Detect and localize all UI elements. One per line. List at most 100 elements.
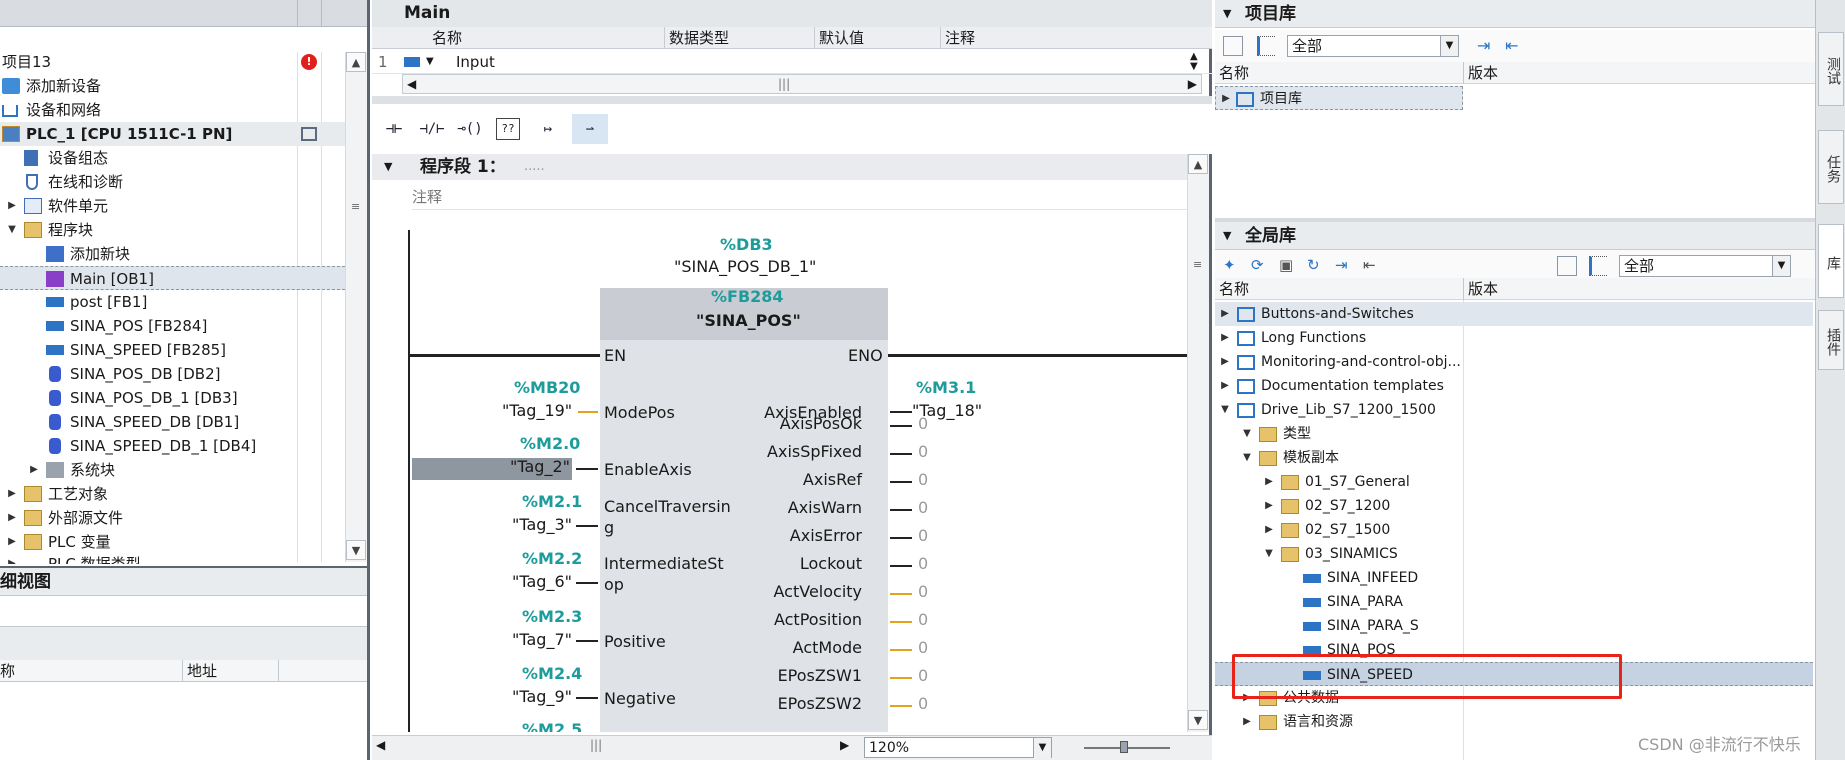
global-library-item[interactable]: ▼ Drive_Lib_S7_1200_1500: [1215, 398, 1813, 422]
nc-contact-icon[interactable]: ⊣/⊢: [414, 114, 450, 144]
detail-col-address[interactable]: 地址: [182, 660, 217, 682]
close-branch-icon[interactable]: ⇀: [572, 114, 608, 144]
tab-testing[interactable]: 测试: [1818, 32, 1844, 106]
tree-item-sina-speed-db-1[interactable]: SINA_SPEED_DB_1 [DB4]: [0, 434, 345, 458]
tree-scrollbar[interactable]: ▲ ≡ ▼: [345, 52, 367, 562]
scroll-down-icon[interactable]: ▼: [1188, 710, 1208, 730]
tree-item-sina-speed-db[interactable]: SINA_SPEED_DB [DB1]: [0, 410, 345, 434]
expand-icon[interactable]: ▶: [28, 458, 40, 482]
pin-canceltraversing[interactable]: CancelTraversin: [604, 497, 731, 516]
output-value-actposition[interactable]: 0: [918, 610, 928, 629]
interface-row-input[interactable]: 1 ▼ Input ▲ ▼: [372, 50, 1212, 74]
pin-eno[interactable]: ENO: [848, 346, 883, 365]
scroll-up-icon[interactable]: ▲: [1188, 154, 1208, 174]
project-library-root[interactable]: ▶ 项目库: [1215, 86, 1463, 110]
scroll-down-icon[interactable]: ▼: [346, 540, 366, 560]
collapse-icon[interactable]: ▼: [1223, 222, 1231, 250]
expand-icon[interactable]: ▶: [1220, 87, 1232, 111]
tree-item-add-device[interactable]: 添加新设备: [0, 74, 345, 98]
expand-icon[interactable]: ▶: [6, 530, 18, 554]
project-library-filter[interactable]: 全部 ▼: [1287, 35, 1459, 57]
global-library-item[interactable]: ▶ Documentation templates: [1215, 374, 1813, 398]
expand-icon[interactable]: ▶: [1219, 350, 1231, 374]
tree-item-devices-networks[interactable]: 设备和网络: [0, 98, 345, 122]
output-value-axiswarn[interactable]: 0: [918, 498, 928, 517]
global-library-filter[interactable]: 全部 ▼: [1619, 255, 1791, 277]
scroll-grip-icon[interactable]: |||: [778, 75, 790, 93]
zoom-select[interactable]: 120% ▼: [864, 737, 1052, 758]
input-tag-canceltraversing[interactable]: "Tag_3": [512, 515, 572, 534]
col-default[interactable]: 默认值: [814, 27, 864, 49]
pin-intermediatestop[interactable]: IntermediateSt: [604, 554, 724, 573]
tree-item-sina-pos-fb[interactable]: SINA_POS [FB284]: [0, 314, 345, 338]
global-library-item[interactable]: ▶ Monitoring-and-control-obj...: [1215, 350, 1813, 374]
import-icon[interactable]: ⇤: [1363, 256, 1383, 276]
pin-actmode[interactable]: ActMode: [793, 638, 862, 657]
collapse-icon[interactable]: ▼: [1263, 542, 1275, 566]
pin-positive[interactable]: Positive: [604, 632, 666, 651]
pin-modepos[interactable]: ModePos: [604, 403, 675, 422]
export-icon[interactable]: ⇥: [1335, 256, 1355, 276]
global-library-item[interactable]: SINA_PARA: [1215, 590, 1813, 614]
collapse-icon[interactable]: ▼: [6, 218, 18, 242]
tree-item-add-block[interactable]: 添加新块: [0, 242, 345, 266]
pin-enableaxis[interactable]: EnableAxis: [604, 460, 692, 479]
scroll-right-icon[interactable]: ▶: [1188, 75, 1197, 93]
save-library-icon[interactable]: ▣: [1279, 256, 1299, 276]
tree-item-main-ob1[interactable]: Main [OB1]: [0, 266, 345, 290]
output-value-lockout[interactable]: 0: [918, 554, 928, 573]
tree-item-online-diagnostics[interactable]: 在线和诊断: [0, 170, 345, 194]
scroll-left-icon[interactable]: ◀: [376, 738, 385, 752]
collapse-icon[interactable]: ▼: [384, 154, 392, 180]
chevron-down-icon[interactable]: ▼: [1440, 36, 1458, 56]
scroll-grip-icon[interactable]: |||: [590, 738, 602, 752]
expand-icon[interactable]: ▶: [1219, 326, 1231, 350]
tree-item-sina-pos-db-1[interactable]: SINA_POS_DB_1 [DB3]: [0, 386, 345, 410]
expand-icon[interactable]: ▶: [1241, 710, 1253, 734]
chevron-down-icon[interactable]: ▼: [1772, 256, 1790, 276]
detail-col-name[interactable]: 称: [0, 660, 15, 682]
expand-icon[interactable]: ▶: [6, 482, 18, 506]
col-name[interactable]: 名称: [432, 27, 462, 49]
output-value-axiserror[interactable]: 0: [918, 526, 928, 545]
pin-actposition[interactable]: ActPosition: [774, 610, 862, 629]
pin-lockout[interactable]: Lockout: [800, 554, 862, 573]
global-library-header[interactable]: ▼ 全局库: [1215, 222, 1815, 250]
tree-item-sina-speed-fb[interactable]: SINA_SPEED [FB285]: [0, 338, 345, 362]
global-library-item[interactable]: ▶ Long Functions: [1215, 326, 1813, 350]
tree-item-sina-pos-db[interactable]: SINA_POS_DB [DB2]: [0, 362, 345, 386]
input-tag-positive[interactable]: "Tag_7": [512, 630, 572, 649]
open-branch-icon[interactable]: ↦: [530, 114, 566, 144]
pin-en[interactable]: EN: [604, 346, 626, 365]
input-addr-intermediatestop[interactable]: %M2.2: [522, 549, 582, 568]
import-icon[interactable]: ⇤: [1505, 36, 1525, 56]
scroll-left-icon[interactable]: ◀: [407, 75, 416, 93]
empty-box-icon[interactable]: ??: [496, 118, 520, 140]
project-library-header[interactable]: ▼ 项目库: [1215, 0, 1815, 28]
pin-axiswarn[interactable]: AxisWarn: [788, 498, 862, 517]
editor-vscrollbar[interactable]: ▲ ≡ ▼: [1187, 154, 1209, 732]
network-1-header[interactable]: ▼ 程序段 1： .....: [372, 154, 1187, 180]
output-value-actmode[interactable]: 0: [918, 638, 928, 657]
expand-icon[interactable]: ▶: [1219, 302, 1231, 326]
collapse-icon[interactable]: ▼: [1241, 422, 1253, 446]
editor-splitter[interactable]: [372, 96, 1212, 104]
input-addr-enableaxis[interactable]: %M2.0: [520, 434, 580, 453]
input-addr-positive[interactable]: %M2.3: [522, 607, 582, 626]
input-addr-canceltraversing[interactable]: %M2.1: [522, 492, 582, 511]
collapse-icon[interactable]: ▼: [426, 50, 434, 74]
expand-icon[interactable]: ▶: [6, 194, 18, 218]
global-library-item[interactable]: ▶ 02_S7_1200: [1215, 494, 1813, 518]
global-library-item[interactable]: ▶ Buttons-and-Switches: [1215, 302, 1813, 326]
pin-axisspfixed[interactable]: AxisSpFixed: [767, 442, 862, 461]
export-icon[interactable]: ⇥: [1477, 36, 1497, 56]
output-value-axisposok[interactable]: 0: [918, 414, 928, 433]
chevron-down-icon[interactable]: ▼: [1033, 738, 1051, 758]
interface-hscroll[interactable]: ◀ ||| ▶: [402, 74, 1202, 94]
tree-item-technology-objects[interactable]: ▶ 工艺对象: [0, 482, 345, 506]
details-view-icon[interactable]: [1589, 256, 1607, 276]
collapse-icon[interactable]: ▼: [1219, 398, 1231, 422]
pin-axiserror[interactable]: AxisError: [790, 526, 862, 545]
pin-axisref[interactable]: AxisRef: [803, 470, 862, 489]
tab-addins[interactable]: 插件: [1818, 310, 1844, 370]
